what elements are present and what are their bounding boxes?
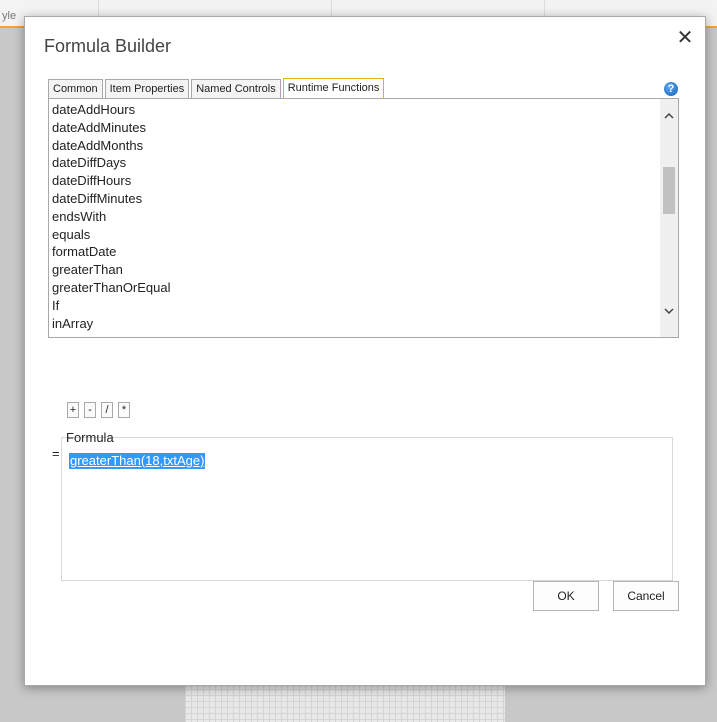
formula-input[interactable]: greaterThan(18,txtAge) [61, 437, 673, 581]
list-item[interactable]: endsWith [52, 208, 171, 226]
list-item[interactable]: inArray [52, 315, 171, 333]
functions-listbox[interactable]: dateAddHours dateAddMinutes dateAddMonth… [48, 98, 679, 338]
ok-button[interactable]: OK [533, 581, 599, 611]
tab-named-controls[interactable]: Named Controls [191, 79, 281, 99]
close-icon[interactable]: ✕ [676, 28, 694, 48]
divide-operator-button[interactable]: / [101, 402, 113, 418]
background-divider [543, 0, 545, 16]
plus-operator-button[interactable]: + [67, 402, 79, 418]
list-item[interactable]: greaterThanOrEqual [52, 279, 171, 297]
background-header-text: yle [2, 10, 17, 22]
multiply-operator-button[interactable]: * [118, 402, 130, 418]
list-item[interactable]: If [52, 297, 171, 315]
tab-strip: Common Item Properties Named Controls Ru… [48, 78, 386, 100]
list-item[interactable]: dateAddHours [52, 101, 171, 119]
operator-buttons: + - / * [67, 402, 135, 418]
cancel-button[interactable]: Cancel [613, 581, 679, 611]
list-item[interactable]: formatDate [52, 243, 171, 261]
background-grid [185, 683, 505, 722]
list-item[interactable]: dateAddMonths [52, 137, 171, 155]
tab-runtime-functions[interactable]: Runtime Functions [282, 78, 385, 100]
minus-operator-button[interactable]: - [84, 402, 96, 418]
dialog-title: Formula Builder [44, 36, 172, 56]
equals-sign: = [52, 446, 60, 461]
formula-label: Formula [66, 430, 114, 445]
formula-builder-dialog: Formula Builder ✕ Common Item Properties… [24, 16, 706, 686]
tab-common[interactable]: Common [48, 79, 103, 99]
list-item[interactable]: dateAddMinutes [52, 119, 171, 137]
list-item[interactable]: dateDiffHours [52, 172, 171, 190]
list-item[interactable]: dateDiffDays [52, 154, 171, 172]
chevron-down-icon[interactable] [660, 304, 678, 322]
list-scrollbar[interactable] [660, 99, 678, 337]
functions-list: dateAddHours dateAddMinutes dateAddMonth… [52, 101, 171, 332]
help-icon[interactable]: ? [664, 82, 678, 96]
list-item[interactable]: equals [52, 226, 171, 244]
formula-value[interactable]: greaterThan(18,txtAge) [69, 453, 206, 469]
background-divider [330, 0, 332, 16]
background-divider [97, 0, 99, 16]
list-item[interactable]: dateDiffMinutes [52, 190, 171, 208]
tab-item-properties[interactable]: Item Properties [104, 79, 190, 99]
list-item[interactable]: greaterThan [52, 261, 171, 279]
scrollbar-thumb[interactable] [663, 167, 675, 214]
chevron-up-icon[interactable] [660, 109, 678, 127]
